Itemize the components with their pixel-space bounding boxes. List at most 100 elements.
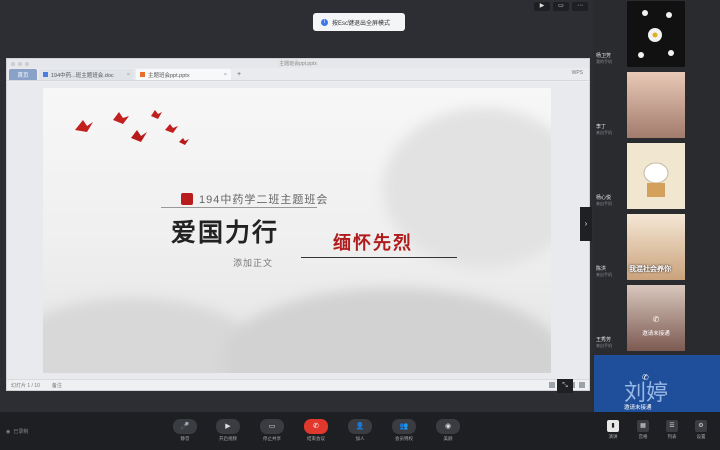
members-button[interactable]: 👥 会员特权 [389, 419, 419, 442]
participant-avatar [627, 143, 685, 209]
ppt-icon [140, 72, 145, 77]
invite-status: 邀请未接通 [642, 331, 670, 337]
wps-window: 主题班会ppt.pptx 首页 194中药...班主题班会.doc × 主题班会… [6, 58, 590, 391]
play-icon[interactable]: ▶ [534, 2, 550, 11]
participant-name: 陈洪 [596, 266, 607, 272]
speaker-view-icon: ▮ [607, 420, 619, 432]
stop-share-button[interactable]: ▭ 停止共享 [257, 419, 287, 442]
top-controls: ▶ ▭ ⋯ [534, 2, 588, 11]
tab-ppt[interactable]: 主题班会ppt.pptx × [136, 69, 231, 80]
stop-share-label: 停止共享 [263, 436, 281, 441]
avatar-caption: 我混社会养你 [629, 266, 671, 273]
speaker-view-button[interactable]: ▮ 演讲 [604, 420, 622, 440]
end-meeting-button[interactable]: ✆ 结束会议 [301, 419, 331, 442]
members-label: 会员特权 [395, 436, 413, 441]
close-icon[interactable]: × [224, 72, 227, 78]
exit-fullscreen-icon[interactable]: ⤡ [557, 379, 573, 393]
participant-tile[interactable]: 杨心悦 来自手机 [594, 142, 720, 213]
camera-icon: ▶ [216, 419, 240, 434]
tab-home-label: 首页 [17, 72, 29, 79]
participant-avatar: ✆ 邀请未接通 [627, 285, 685, 351]
participant-tile[interactable]: 杨卫芳 我的手机 [594, 0, 720, 71]
info-icon: i [321, 18, 328, 26]
mute-label: 静音 [180, 436, 190, 441]
mic-icon: 🎤 [173, 419, 197, 434]
party-emblem-icon [181, 193, 193, 205]
participant-device: 来自手机 [596, 272, 612, 277]
participant-device: 来自手机 [596, 201, 612, 206]
tab-home[interactable]: 首页 [9, 69, 37, 80]
participant-device: 来自手机 [596, 343, 612, 348]
slide-subtitle: 194中药学二班主题班会 [181, 191, 328, 207]
slide-canvas: 194中药学二班主题班会 爱国力行 缅怀先烈 添加正文 [7, 82, 589, 379]
participant-device: 我的手机 [596, 59, 612, 64]
window-icon[interactable]: ▭ [553, 2, 569, 11]
shared-screen: i 按Esc键退出全屏模式 ▶ ▭ ⋯ 主题班会ppt.pptx 首页 194中… [0, 0, 592, 412]
collapse-panel-icon[interactable]: › [580, 207, 592, 241]
account-label[interactable]: WPS [572, 70, 583, 76]
window-title: 主题班会ppt.pptx [279, 61, 317, 67]
participant-tile[interactable]: 刘婷 ✆ 邀请未接通 [594, 355, 720, 412]
participant-name: 李丁 [596, 124, 607, 130]
doves-icon [75, 110, 189, 145]
participant-avatar [627, 72, 685, 138]
participant-avatar [627, 1, 685, 67]
page-indicator: 幻灯片 1 / 10 [11, 382, 40, 389]
divider [301, 257, 457, 258]
grid-view-button[interactable]: ▦ 宫格 [634, 420, 652, 440]
settings-label: 设置 [696, 434, 706, 439]
meeting-toolbar: ◉ 已录制 🎤 静音 ▶ 开启视频 ▭ 停止共享 ✆ 结束会议 👤 加人 👥 会… [0, 412, 720, 450]
grid-icon: ▦ [637, 420, 649, 432]
grid-view-label: 宫格 [638, 434, 648, 439]
participant-panel: 杨卫芳 我的手机 李丁 来自手机 杨心悦 来自手机 我混社会养你 陈洪 来自手机… [594, 0, 720, 412]
toast-text: 按Esc键退出全屏模式 [332, 20, 391, 27]
cartoon-icon [643, 162, 669, 197]
tab-doc[interactable]: 194中药...班主题班会.doc × [39, 69, 134, 80]
participant-name: 杨卫芳 [596, 53, 612, 59]
participant-name: 王秀芳 [596, 337, 612, 343]
list-icon: ☰ [666, 420, 678, 432]
recording-indicator: ◉ 已录制 [6, 428, 29, 436]
participant-tile[interactable]: 我混社会养你 陈洪 来自手机 [594, 213, 720, 284]
screen-share-icon: ▭ [260, 419, 284, 434]
start-video-button[interactable]: ▶ 开启视频 [213, 419, 243, 442]
mute-button[interactable]: 🎤 静音 [170, 419, 200, 442]
slide-red-title[interactable]: 缅怀先烈 [333, 229, 413, 255]
hangup-icon: ✆ [304, 419, 328, 434]
slide-title[interactable]: 爱国力行 [171, 213, 279, 249]
settings-button[interactable]: ⚙ 设置 [692, 420, 710, 440]
list-view-button[interactable]: ☰ 列表 [663, 420, 681, 440]
more-icon[interactable]: ⋯ [572, 2, 588, 11]
note-button[interactable]: 备注 [52, 382, 62, 389]
slide[interactable]: 194中药学二班主题班会 爱国力行 缅怀先烈 添加正文 [43, 88, 551, 373]
doc-icon [43, 72, 48, 77]
exit-fullscreen-toast: i 按Esc键退出全屏模式 [313, 13, 405, 31]
mountain-decoration [223, 288, 551, 373]
beauty-label: 美颜 [443, 436, 453, 441]
daisy-icon [638, 10, 674, 58]
add-tab-button[interactable]: + [233, 69, 245, 80]
close-icon[interactable]: × [127, 72, 130, 78]
beauty-button[interactable]: ◉ 美颜 [433, 419, 463, 442]
participant-tile[interactable]: 李丁 来自手机 [594, 71, 720, 142]
tab-bar: 首页 194中药...班主题班会.doc × 主题班会ppt.pptx × + … [7, 68, 589, 81]
normal-view-icon[interactable] [549, 382, 555, 388]
beauty-icon: ◉ [436, 419, 460, 434]
record-icon: ◉ [6, 428, 11, 435]
body-placeholder[interactable]: 添加正文 [233, 256, 273, 269]
recording-label: 已录制 [13, 429, 29, 435]
divider [161, 207, 317, 208]
add-people-button[interactable]: 👤 加人 [345, 419, 375, 442]
tab-ppt-label: 主题班会ppt.pptx [148, 72, 190, 79]
invite-status: 邀请未接通 [624, 405, 652, 411]
add-people-label: 加人 [355, 436, 365, 441]
participant-tile[interactable]: ✆ 邀请未接通 王秀芳 来自手机 [594, 284, 720, 355]
phone-icon: ✆ [642, 373, 649, 382]
phone-icon: ✆ [652, 315, 660, 324]
list-view-label: 列表 [667, 434, 677, 439]
members-icon: 👥 [392, 419, 416, 434]
tab-doc-label: 194中药...班主题班会.doc [51, 72, 114, 79]
speaker-view-label: 演讲 [608, 434, 618, 439]
end-meeting-label: 结束会议 [307, 436, 325, 441]
play-slideshow-icon[interactable] [579, 382, 585, 388]
